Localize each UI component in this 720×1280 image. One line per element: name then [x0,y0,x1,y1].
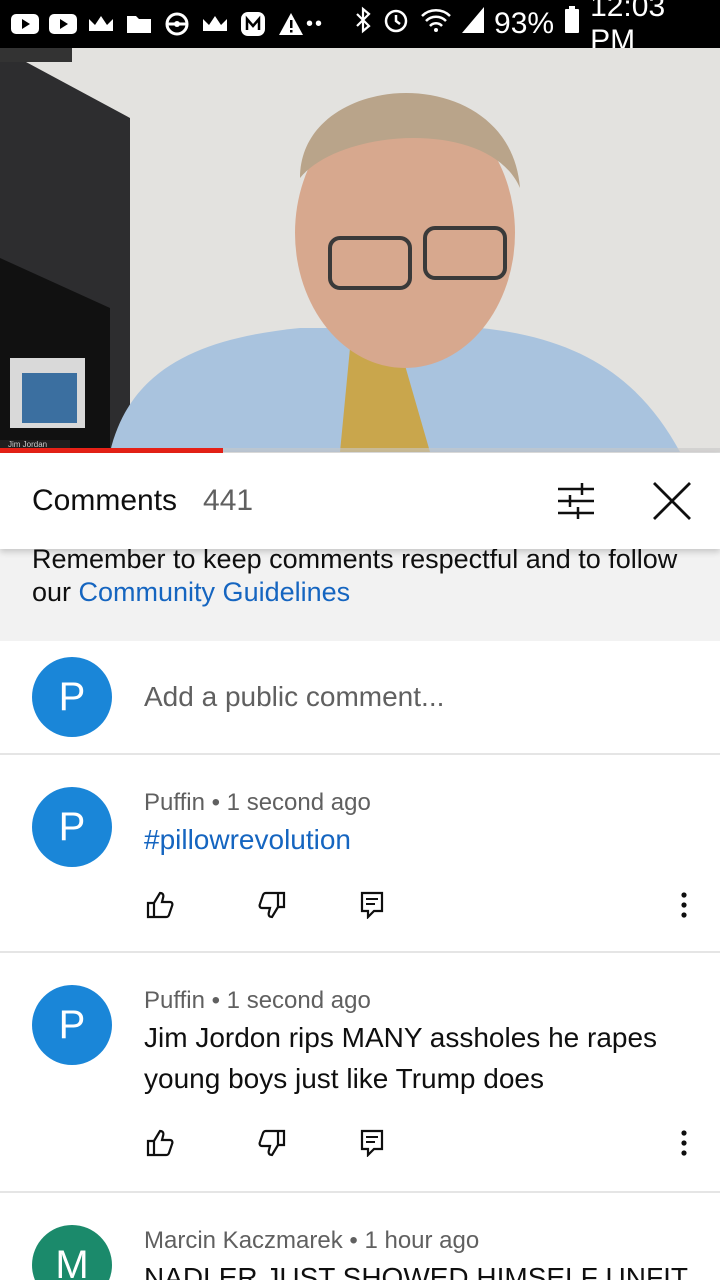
avatar[interactable]: P [32,787,112,867]
pokeball-icon [162,12,192,36]
avatar[interactable]: M [32,1225,112,1280]
m-app-icon [238,12,268,36]
notification-icons [0,12,306,36]
like-icon[interactable] [140,885,180,925]
close-icon[interactable] [650,479,694,523]
wifi-icon [420,7,452,41]
status-bar: •• 93% 12:03 PM [0,0,720,57]
add-comment-input[interactable]: Add a public comment... [144,681,444,713]
sort-filter-icon[interactable] [554,481,598,521]
comment-item: P Puffin • 1 second ago #pillowrevolutio… [0,755,720,951]
comment-text[interactable]: #pillowrevolution [144,819,684,860]
comments-count: 441 [203,484,254,517]
reply-icon[interactable] [352,885,392,925]
comment-actions [0,1123,720,1163]
avatar: P [32,657,112,737]
comment-text[interactable]: Jim Jordon rips MANY assholes he rapes y… [144,1017,684,1099]
battery-level: 93% [494,7,555,40]
comments-header: Comments 441 [0,453,720,549]
comment-meta: Puffin • 1 second ago [144,789,371,816]
comment-item: M Marcin Kaczmarek • 1 hour ago NADLER J… [0,1193,720,1280]
comment-meta: Marcin Kaczmarek • 1 hour ago [144,1227,480,1254]
youtube-notification-icon [48,12,78,36]
dislike-icon[interactable] [252,885,292,925]
comment-item: P Puffin • 1 second ago Jim Jordon rips … [0,953,720,1191]
folder-icon [124,12,154,36]
signal-icon [462,7,485,41]
like-icon[interactable] [140,1123,180,1163]
warning-icon [276,12,306,36]
guidelines-text: Remember to keep comments respectful and… [32,543,692,609]
comment-actions [0,885,720,925]
crown-icon [86,12,116,36]
video-frame [0,48,720,452]
crown-icon [200,12,230,36]
bluetooth-icon [354,6,372,42]
avatar[interactable]: P [32,985,112,1065]
more-notifications-icon: •• [306,12,325,35]
alarm-icon [382,6,410,42]
battery-icon [564,6,580,42]
more-options-icon[interactable] [664,885,704,925]
community-guidelines-notice: Remember to keep comments respectful and… [0,544,720,641]
comment-meta: Puffin • 1 second ago [144,987,371,1014]
youtube-notification-icon [10,12,40,36]
reply-icon[interactable] [352,1123,392,1163]
comments-title: Comments [32,484,178,517]
comment-text[interactable]: NADLER JUST SHOWED HIMSELF UNFIT [144,1257,688,1280]
dislike-icon[interactable] [252,1123,292,1163]
add-comment-row[interactable]: P Add a public comment... [0,641,720,755]
video-player[interactable]: Jim Jordan [0,48,720,452]
community-guidelines-link[interactable]: Community Guidelines [79,577,351,607]
more-options-icon[interactable] [664,1123,704,1163]
